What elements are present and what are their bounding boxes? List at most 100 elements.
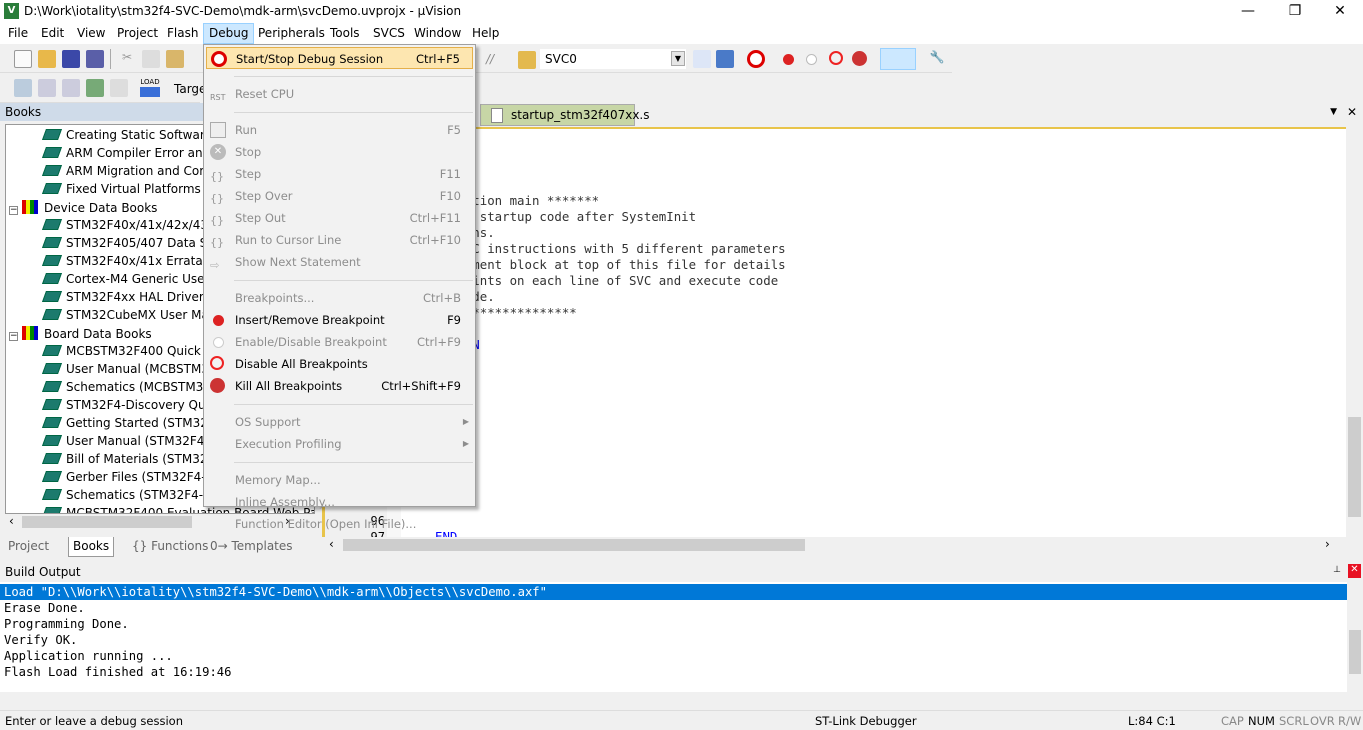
editor-tabs: ▼ ✕ xyxy=(322,103,1363,127)
panel-tab-3[interactable]: 0→ Templates xyxy=(206,537,297,557)
collapse-icon[interactable]: − xyxy=(9,206,18,215)
tree-item[interactable]: STM32F4-Discovery Quick xyxy=(41,398,222,416)
wrench-icon[interactable]: 🔧 xyxy=(928,50,946,68)
window-layout-button[interactable] xyxy=(880,48,916,70)
build-output[interactable]: Load "D:\\Work\\iotality\\stm32f4-SVC-De… xyxy=(0,582,1347,692)
menu-item-enable-disable-breakpoint[interactable]: Enable/Disable Breakpoint Ctrl+F9 xyxy=(206,331,473,353)
copy-icon[interactable] xyxy=(142,50,160,68)
tree-item[interactable]: STM32F405/407 Data Shee xyxy=(41,236,230,254)
menu-item-step-out[interactable]: {} Step Out Ctrl+F11 xyxy=(206,207,473,229)
scroll-left-icon[interactable]: ‹ xyxy=(9,514,14,528)
save-all-icon[interactable] xyxy=(86,50,104,68)
menu-item-stop[interactable]: ✕ Stop xyxy=(206,141,473,163)
menu-window[interactable]: Window xyxy=(414,26,461,40)
menu-debug[interactable]: Debug xyxy=(203,23,255,44)
breakpoint-icon[interactable] xyxy=(783,54,794,65)
panel-tab-1[interactable]: Books xyxy=(68,537,115,557)
menu-item-inline-assembly[interactable]: Inline Assembly... xyxy=(206,491,473,513)
tree-item[interactable]: User Manual (MCBSTM32F xyxy=(41,362,224,380)
build-icon[interactable] xyxy=(38,79,56,97)
tab-startup-file[interactable]: startup_stm32f407xx.s xyxy=(480,104,650,126)
new-file-icon[interactable] xyxy=(14,50,32,68)
stop-build-icon[interactable] xyxy=(110,79,128,97)
paste-icon[interactable] xyxy=(166,50,184,68)
find-combo[interactable]: SVC0 ▼ xyxy=(540,49,686,69)
comment-icon[interactable]: // xyxy=(486,52,494,66)
tree-item[interactable]: Bill of Materials (STM32F4- xyxy=(41,452,226,470)
tree-folder[interactable]: − Board Data Books xyxy=(9,326,152,344)
tree-item[interactable]: ARM Compiler Error and W xyxy=(41,146,226,164)
menu-item-kill-all-breakpoints[interactable]: Kill All Breakpoints Ctrl+Shift+F9 xyxy=(206,375,473,397)
menu-item-disable-all-breakpoints[interactable]: Disable All Breakpoints xyxy=(206,353,473,375)
debug-session-icon[interactable] xyxy=(747,50,765,68)
menu-item-step[interactable]: {} Step F11 xyxy=(206,163,473,185)
panel-tab-2[interactable]: {} Functions xyxy=(128,537,212,557)
tree-item[interactable]: Schematics (MCBSTM32F4 xyxy=(41,380,226,398)
tree-item[interactable]: ARM Migration and Comp xyxy=(41,164,219,182)
scroll-right-icon[interactable]: › xyxy=(1325,537,1330,551)
rebuild-icon[interactable] xyxy=(62,79,80,97)
panel-tab-0[interactable]: Project xyxy=(4,537,53,557)
menu-item-breakpoints[interactable]: Breakpoints... Ctrl+B xyxy=(206,287,473,309)
tree-item[interactable]: Creating Static Software Li xyxy=(41,128,226,146)
close-tab-icon[interactable]: ✕ xyxy=(1347,105,1357,119)
collapse-icon[interactable]: − xyxy=(9,332,18,341)
batch-build-icon[interactable] xyxy=(86,79,104,97)
save-icon[interactable] xyxy=(62,50,80,68)
scroll-left-icon[interactable]: ‹ xyxy=(329,537,334,551)
menu-item-shortcut: F9 xyxy=(447,313,461,327)
menu-item-step-over[interactable]: {} Step Over F10 xyxy=(206,185,473,207)
menu-flash[interactable]: Flash xyxy=(167,26,198,40)
tree-item[interactable]: MCBSTM32F400 Quick Sta xyxy=(41,344,224,362)
tree-item[interactable]: STM32F4xx HAL Drivers xyxy=(41,290,210,308)
menu-item-function-editor-open-ini-file[interactable]: Function Editor (Open Ini File)... xyxy=(206,513,473,535)
disable-breakpoints-icon[interactable] xyxy=(829,51,843,65)
tree-item[interactable]: Gerber Files (STM32F4-Dis xyxy=(41,470,224,488)
build-output-hscroll[interactable] xyxy=(0,692,1347,708)
menu-edit[interactable]: Edit xyxy=(41,26,64,40)
editor-horizontal-scrollbar[interactable]: ‹ › xyxy=(325,537,1363,553)
status-scrl: SCRL xyxy=(1279,714,1309,728)
load-icon[interactable]: LOAD xyxy=(140,78,160,97)
editor-vertical-scrollbar[interactable] xyxy=(1346,127,1363,537)
menu-item-insert-remove-breakpoint[interactable]: Insert/Remove Breakpoint F9 xyxy=(206,309,473,331)
close-icon[interactable]: ✕ xyxy=(1348,564,1361,578)
menu-item-memory-map[interactable]: Memory Map... xyxy=(206,469,473,491)
tree-item[interactable]: User Manual (STM32F4-Di xyxy=(41,434,221,452)
menu-item-start-stop-debug-session[interactable]: Start/Stop Debug Session Ctrl+F5 xyxy=(206,47,473,69)
cut-icon[interactable]: ✂ xyxy=(118,50,136,68)
tree-item[interactable]: Schematics (STM32F4-Disc xyxy=(41,488,229,506)
tree-item[interactable]: Getting Started (STM32F4- xyxy=(41,416,227,434)
close-button[interactable]: ✕ xyxy=(1317,0,1363,23)
menu-peripherals[interactable]: Peripherals xyxy=(258,26,325,40)
menu-file[interactable]: File xyxy=(8,26,28,40)
menu-project[interactable]: Project xyxy=(117,26,158,40)
menu-item-run-to-cursor-line[interactable]: {} Run to Cursor Line Ctrl+F10 xyxy=(206,229,473,251)
kill-breakpoints-icon[interactable] xyxy=(852,51,867,66)
menu-item-execution-profiling[interactable]: Execution Profiling ▶ xyxy=(206,433,473,455)
incremental-find-icon[interactable] xyxy=(716,50,734,68)
maximize-button[interactable]: ❐ xyxy=(1272,0,1318,23)
pin-icon[interactable]: ⊥ xyxy=(1333,565,1341,575)
menu-help[interactable]: Help xyxy=(472,26,499,40)
menu-item-os-support[interactable]: OS Support ▶ xyxy=(206,411,473,433)
tree-item[interactable]: STM32CubeMX User Manu xyxy=(41,308,224,326)
translate-icon[interactable] xyxy=(14,79,32,97)
menu-item-show-next-statement[interactable]: ⇨ Show Next Statement xyxy=(206,251,473,273)
find-in-files-icon[interactable] xyxy=(518,51,536,69)
menu-svcs[interactable]: SVCS xyxy=(373,26,405,40)
menu-tools[interactable]: Tools xyxy=(330,26,360,40)
breakpoint-toggle-icon[interactable] xyxy=(806,54,817,65)
tree-item[interactable]: Fixed Virtual Platforms Ref xyxy=(41,182,224,200)
find-icon[interactable] xyxy=(693,50,711,68)
menu-item-label: Insert/Remove Breakpoint xyxy=(235,313,385,327)
menu-item-run[interactable]: Run F5 xyxy=(206,119,473,141)
menu-view[interactable]: View xyxy=(77,26,105,40)
tab-list-icon[interactable]: ▼ xyxy=(1330,107,1337,117)
menu-item-reset-cpu[interactable]: RST Reset CPU xyxy=(206,83,473,105)
tree-folder[interactable]: − Device Data Books xyxy=(9,200,157,218)
chevron-down-icon[interactable]: ▼ xyxy=(671,51,685,66)
open-file-icon[interactable] xyxy=(38,50,56,68)
build-output-scrollbar[interactable] xyxy=(1347,582,1363,692)
minimize-button[interactable]: — xyxy=(1225,0,1271,23)
